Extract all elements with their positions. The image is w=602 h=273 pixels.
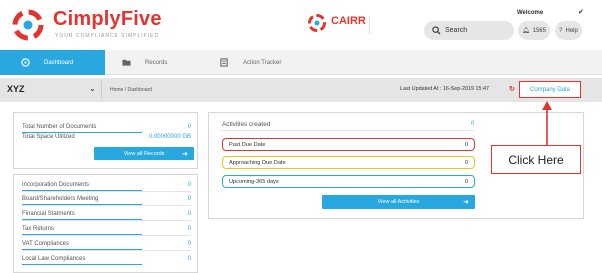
divider xyxy=(22,220,191,221)
product-name: CAIRR xyxy=(331,15,366,27)
document-categories-panel: Incorporation Documents 0 Board/Sharehol… xyxy=(13,174,198,273)
header-divider xyxy=(369,16,370,34)
category-count: 0 xyxy=(187,182,191,188)
activity-label: Approaching Due Date xyxy=(229,159,286,166)
tab-action-tracker[interactable]: Action Tracker xyxy=(218,50,328,75)
company-data-button[interactable]: Company Data xyxy=(519,81,581,98)
category-label: Local Law Compliances xyxy=(22,256,86,262)
past-due-date-row[interactable]: Past Due Date 0 xyxy=(222,138,475,151)
arrow-right-icon: ➜ xyxy=(463,199,469,206)
list-item[interactable]: Board/Shareholders Meeting 0 xyxy=(22,196,191,202)
category-count: 0 xyxy=(187,196,191,202)
total-documents-value: 0 xyxy=(187,124,191,130)
category-count: 0 xyxy=(187,211,191,217)
list-item[interactable]: Incorporation Documents 0 xyxy=(22,182,191,188)
annotation-arrow-icon xyxy=(542,101,552,146)
search-placeholder: Search xyxy=(445,27,468,34)
tracker-icon xyxy=(220,58,228,67)
company-selector[interactable]: XYZ xyxy=(7,84,25,94)
app-header: CimplyFive YOUR COMPLIANCE SIMPLIFIED CA… xyxy=(0,0,602,50)
divider xyxy=(22,191,191,192)
list-item[interactable]: Tax Returns 0 xyxy=(22,226,191,232)
welcome-label[interactable]: Welcome xyxy=(517,10,543,16)
tab-dashboard[interactable]: Dashboard xyxy=(0,50,105,75)
category-label: Financial Statments xyxy=(22,211,75,217)
divider xyxy=(22,132,142,133)
view-all-records-label: View all Records xyxy=(123,150,165,157)
view-all-activities-button[interactable]: View all Activities ➜ xyxy=(322,195,475,209)
search-box[interactable]: Search xyxy=(424,21,514,40)
notification-button[interactable]: 🔔︎ 1565 xyxy=(518,21,550,40)
category-label: VAT Compliances xyxy=(22,241,70,247)
click-here-annotation: Click Here xyxy=(491,145,581,174)
total-space-row: Total Space Utilized 0.00000000 GB xyxy=(22,134,191,140)
view-all-records-button[interactable]: View all Records ➜ xyxy=(94,147,194,160)
arrow-right-icon: ➜ xyxy=(182,150,188,158)
activity-count: 0 xyxy=(464,159,468,166)
activities-count: 0 xyxy=(471,121,475,127)
upcoming-365-days-row[interactable]: Upcoming-365 days 0 xyxy=(222,175,475,188)
search-icon xyxy=(432,26,441,35)
divider xyxy=(222,130,474,131)
activity-label: Past Due Date xyxy=(229,141,266,148)
folder-icon xyxy=(122,59,131,66)
brand-tagline: YOUR COMPLIANCE SIMPLIFIED xyxy=(55,33,160,39)
sub-header-divider xyxy=(101,81,102,98)
brand-name: CimplyFive xyxy=(53,8,162,30)
total-space-value: 0.00000000 GB xyxy=(148,134,191,140)
notification-count: 1565 xyxy=(532,27,546,34)
view-all-activities-label: View all Activities xyxy=(377,199,420,205)
refresh-icon[interactable]: ↻ xyxy=(509,85,515,93)
main-nav: Dashboard Records Action Tracker xyxy=(0,50,602,75)
approaching-due-date-row[interactable]: Approaching Due Date 0 xyxy=(222,156,475,169)
breadcrumb: Home / Dashboard xyxy=(110,87,152,93)
user-menu-chevron-icon[interactable]: ✔ xyxy=(578,8,584,16)
help-button[interactable]: ? Help xyxy=(555,21,582,40)
help-label: Help xyxy=(565,27,578,34)
dashboard-icon xyxy=(21,58,30,67)
chevron-down-icon[interactable]: ⌄ xyxy=(89,84,96,93)
list-item[interactable]: Local Law Compliances 0 xyxy=(22,256,191,262)
category-label: Incorporation Documents xyxy=(22,182,90,188)
total-documents-label: Total Number of Documents xyxy=(22,124,97,130)
cairr-logo-icon xyxy=(308,14,326,32)
tab-records-label: Records xyxy=(145,59,168,66)
activity-count: 0 xyxy=(464,141,468,148)
divider xyxy=(22,250,191,251)
last-updated-text: Last Updated At : 16-Sep-2019 15:47 xyxy=(400,86,490,92)
cimplyfive-logo-icon[interactable] xyxy=(11,8,45,42)
question-icon: ? xyxy=(559,27,563,34)
tab-action-tracker-label: Action Tracker xyxy=(243,59,282,66)
tab-records[interactable]: Records xyxy=(118,50,228,75)
divider xyxy=(22,235,191,236)
total-documents-row: Total Number of Documents 0 xyxy=(22,124,191,130)
category-label: Tax Returns xyxy=(22,226,55,232)
tab-dashboard-label: Dashboard xyxy=(44,59,74,66)
activity-label: Upcoming-365 days xyxy=(229,178,279,185)
bell-icon: 🔔︎ xyxy=(522,28,530,34)
divider xyxy=(22,264,142,265)
category-count: 0 xyxy=(187,241,191,247)
category-label: Board/Shareholders Meeting xyxy=(22,196,99,202)
list-item[interactable]: Financial Statments 0 xyxy=(22,211,191,217)
total-space-label: Total Space Utilized xyxy=(22,134,75,140)
list-item[interactable]: VAT Compliances 0 xyxy=(22,241,191,247)
activities-title: Activities created xyxy=(222,121,271,128)
divider xyxy=(22,205,191,206)
activity-count: 0 xyxy=(464,178,468,185)
category-count: 0 xyxy=(187,256,191,262)
documents-summary-panel: Total Number of Documents 0 Total Space … xyxy=(13,112,198,169)
category-count: 0 xyxy=(187,226,191,232)
